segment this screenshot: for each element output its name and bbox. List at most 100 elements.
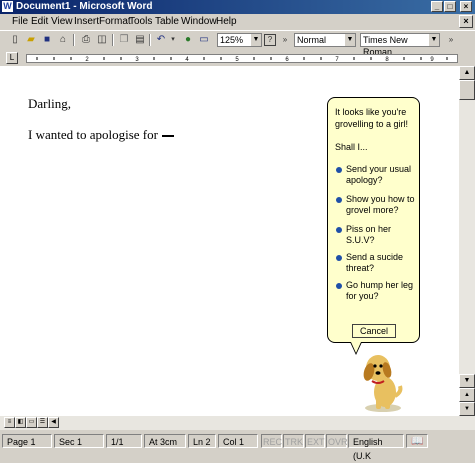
horizontal-scrollbar[interactable]: ≡ ◧ ▭ ☰ ◀ xyxy=(0,416,475,430)
svg-text:7: 7 xyxy=(335,57,339,62)
zoom-value: 125% xyxy=(220,35,244,45)
option-label: Go hump her leg for you? xyxy=(346,280,414,301)
assistant-option[interactable]: Send a sucide threat? xyxy=(336,252,416,274)
table-icon[interactable]: ▭ xyxy=(197,33,211,47)
previous-page-button[interactable]: ▲ xyxy=(459,388,475,402)
assistant-option[interactable]: Send your usual apology? xyxy=(336,164,416,186)
copy-icon[interactable]: ❐ xyxy=(117,33,131,47)
print-icon[interactable]: ⎙ xyxy=(79,33,93,47)
menu-help[interactable]: Help xyxy=(216,16,237,27)
svg-text:3: 3 xyxy=(135,57,139,62)
save-icon[interactable]: ■ xyxy=(40,33,54,47)
menu-tools[interactable]: Tools xyxy=(129,16,152,27)
assistant-question: It looks like you're grovelling to a gir… xyxy=(335,107,409,129)
status-trk[interactable]: TRK xyxy=(283,434,304,448)
letter-text[interactable]: Darling, I wanted to apologise for xyxy=(28,96,174,158)
salutation: Darling, xyxy=(28,96,71,111)
menu-format[interactable]: Format xyxy=(99,16,131,27)
assistant-option[interactable]: Go hump her leg for you? xyxy=(336,280,416,302)
maximize-button[interactable]: □ xyxy=(444,1,456,12)
status-pages: 1/1 xyxy=(106,434,142,448)
minimize-button[interactable]: _ xyxy=(431,1,443,12)
next-page-button[interactable]: ▼ xyxy=(459,402,475,416)
text-cursor xyxy=(161,135,174,138)
status-column: Col 1 xyxy=(218,434,258,448)
font-select[interactable]: Times New Roman ▼ xyxy=(360,33,440,57)
status-ext[interactable]: EXT xyxy=(305,434,325,448)
help-icon[interactable]: ? xyxy=(264,34,276,46)
bullet-icon xyxy=(336,283,342,289)
outline-view-button[interactable]: ☰ xyxy=(37,417,48,428)
ruler: L 2 3 4 5 6 7 8 9 xyxy=(0,50,475,66)
cancel-button[interactable]: Cancel xyxy=(352,324,396,338)
toolbar: ▯ ▰ ■ ⌂ ⎙ ◫ ❐ ▤ ↶ ▾ ● ▭ 125% ▼ ? » Norma… xyxy=(0,30,475,57)
assistant-balloon: It looks like you're grovelling to a gir… xyxy=(327,97,420,355)
close-button[interactable]: × xyxy=(460,1,472,12)
ruler-bar[interactable]: 2 3 4 5 6 7 8 9 xyxy=(26,54,458,63)
bullet-icon xyxy=(336,167,342,173)
option-label: Send a sucide threat? xyxy=(346,252,404,273)
svg-text:4: 4 xyxy=(185,57,189,62)
status-line: Ln 2 xyxy=(188,434,216,448)
option-label: Piss on her S.U.V? xyxy=(346,224,392,245)
status-page: Page 1 xyxy=(2,434,52,448)
hyperlink-icon[interactable]: ● xyxy=(181,33,195,47)
new-doc-icon[interactable]: ▯ xyxy=(8,33,22,47)
permission-icon[interactable]: ⌂ xyxy=(56,33,70,47)
scroll-up-button[interactable]: ▲ xyxy=(459,66,475,80)
svg-text:5: 5 xyxy=(235,57,239,62)
option-label: Send your usual apology? xyxy=(346,164,412,185)
status-language[interactable]: English (U.K xyxy=(348,434,404,461)
svg-text:8: 8 xyxy=(385,57,389,62)
assistant-option[interactable]: Piss on her S.U.V? xyxy=(336,224,416,246)
office-assistant-dog-icon[interactable] xyxy=(358,350,408,414)
svg-text:9: 9 xyxy=(430,57,434,62)
open-icon[interactable]: ▰ xyxy=(24,33,38,47)
chevron-down-icon: ▼ xyxy=(428,34,439,46)
web-view-button[interactable]: ◧ xyxy=(15,417,26,428)
style-select[interactable]: Normal ▼ xyxy=(294,33,356,47)
status-bar: Page 1 Sec 1 1/1 At 3cm Ln 2 Col 1 REC T… xyxy=(0,431,475,461)
paste-icon[interactable]: ▤ xyxy=(133,33,147,47)
chevron-down-icon: ▼ xyxy=(250,34,261,46)
menu-insert[interactable]: Insert xyxy=(74,16,99,27)
status-at: At 3cm xyxy=(144,434,186,448)
bullet-icon xyxy=(336,227,342,233)
status-ovr[interactable]: OVR xyxy=(326,434,348,448)
menu-window[interactable]: Window xyxy=(181,16,217,27)
undo-dropdown-icon[interactable]: ▾ xyxy=(166,33,180,47)
spelling-status-icon[interactable]: 📖 xyxy=(406,434,428,448)
toolbar-options-icon[interactable]: » xyxy=(444,33,458,47)
vertical-scrollbar[interactable]: ▲ ▼ ▲ ▼ xyxy=(459,66,475,416)
word-app-icon[interactable]: W xyxy=(2,1,13,12)
assistant-option[interactable]: Show you how to grovel more? xyxy=(336,194,416,216)
svg-text:6: 6 xyxy=(285,57,289,62)
tab-selector[interactable]: L xyxy=(6,52,18,64)
style-value: Normal xyxy=(297,35,327,45)
title-bar: W Document1 - Microsoft Word _ □ × xyxy=(0,0,475,14)
scroll-left-button[interactable]: ◀ xyxy=(48,417,59,428)
menu-file[interactable]: File xyxy=(12,16,28,27)
option-label: Show you how to grovel more? xyxy=(346,194,415,215)
chevron-down-icon: ▼ xyxy=(344,34,355,46)
toolbar-options-icon[interactable]: » xyxy=(278,33,292,47)
scroll-thumb[interactable] xyxy=(459,80,475,100)
print-preview-icon[interactable]: ◫ xyxy=(95,33,109,47)
body-line: I wanted to apologise for xyxy=(28,127,174,143)
menu-view[interactable]: View xyxy=(51,16,73,27)
normal-view-button[interactable]: ≡ xyxy=(4,417,15,428)
menu-edit[interactable]: Edit xyxy=(31,16,48,27)
status-rec[interactable]: REC xyxy=(261,434,282,448)
scroll-down-button[interactable]: ▼ xyxy=(459,374,475,388)
menu-table[interactable]: Table xyxy=(155,16,179,27)
menu-bar: File Edit View Insert Format Tools Table… xyxy=(0,14,475,30)
body-line-text: I wanted to apologise for xyxy=(28,127,158,142)
window-title: Document1 - Microsoft Word xyxy=(16,1,153,12)
assistant-prompt: Shall I... xyxy=(335,142,368,152)
bullet-icon xyxy=(336,197,342,203)
zoom-select[interactable]: 125% ▼ xyxy=(217,33,262,47)
svg-text:2: 2 xyxy=(85,57,89,62)
document-close-button[interactable]: × xyxy=(459,15,473,28)
bullet-icon xyxy=(336,255,342,261)
print-layout-button[interactable]: ▭ xyxy=(26,417,37,428)
